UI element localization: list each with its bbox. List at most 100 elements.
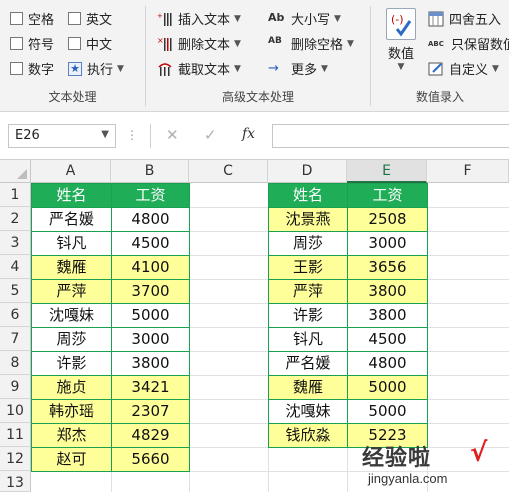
- custom-button[interactable]: 自定义 ▼: [428, 59, 499, 78]
- keep-numbers-button[interactable]: ABC 只保留数值: [428, 34, 509, 53]
- name-cell[interactable]: 钱欣淼: [268, 423, 348, 448]
- salary-cell[interactable]: 4500: [347, 327, 428, 352]
- confirm-icon[interactable]: ✓: [204, 126, 217, 144]
- salary-cell[interactable]: 5000: [347, 375, 428, 400]
- salary-cell[interactable]: 4500: [111, 231, 190, 256]
- name-cell[interactable]: 王影: [268, 255, 348, 280]
- name-cell[interactable]: 魏雁: [268, 375, 348, 400]
- option-chinese[interactable]: 中文: [68, 34, 112, 53]
- more-button[interactable]: → 更多 ▼: [268, 59, 328, 79]
- insert-text-icon: +: [157, 11, 173, 27]
- numeric-button[interactable]: (-) 数值 ▼: [384, 8, 418, 72]
- salary-cell[interactable]: 2508: [347, 207, 428, 232]
- checkbox-icon[interactable]: [68, 12, 81, 25]
- row-header-8[interactable]: 8: [0, 351, 31, 375]
- row-header-1[interactable]: 1: [0, 183, 31, 207]
- row-header-9[interactable]: 9: [0, 375, 31, 399]
- name-cell[interactable]: 钭凡: [268, 327, 348, 352]
- formula-input[interactable]: [272, 124, 509, 148]
- salary-cell[interactable]: 5000: [347, 399, 428, 424]
- name-cell[interactable]: 郑杰: [31, 423, 112, 448]
- name-cell[interactable]: 钭凡: [31, 231, 112, 256]
- insert-text-button[interactable]: + 插入文本 ▼: [157, 9, 241, 29]
- select-all-button[interactable]: [0, 160, 31, 183]
- name-box[interactable]: E26 ▼: [8, 124, 116, 148]
- name-cell[interactable]: 沈嘎妹: [31, 303, 112, 328]
- salary-cell[interactable]: 5000: [111, 303, 190, 328]
- checkbox-icon[interactable]: [10, 62, 23, 75]
- option-space[interactable]: 空格: [10, 9, 54, 28]
- salary-cell[interactable]: 3421: [111, 375, 190, 400]
- name-cell[interactable]: 韩亦瑶: [31, 399, 112, 424]
- table-header-cell[interactable]: 姓名: [31, 183, 112, 208]
- checkbox-icon[interactable]: [10, 12, 23, 25]
- salary-cell[interactable]: 4829: [111, 423, 190, 448]
- name-cell[interactable]: 魏雁: [31, 255, 112, 280]
- name-cell[interactable]: 严名媛: [268, 351, 348, 376]
- round-button[interactable]: 四舍五入: [428, 9, 501, 28]
- column-header-a[interactable]: A: [31, 160, 111, 183]
- salary-cell[interactable]: 2307: [111, 399, 190, 424]
- watermark-text: 经验啦: [362, 446, 432, 471]
- option-number[interactable]: 数字: [10, 59, 54, 78]
- salary-cell[interactable]: 3800: [111, 351, 190, 376]
- row-header-4[interactable]: 4: [0, 255, 31, 279]
- salary-cell[interactable]: 4100: [111, 255, 190, 280]
- row-header-6[interactable]: 6: [0, 303, 31, 327]
- extract-text-button[interactable]: 截取文本 ▼: [157, 59, 241, 78]
- salary-cell[interactable]: 3000: [111, 327, 190, 352]
- row-header-3[interactable]: 3: [0, 231, 31, 255]
- column-header-b[interactable]: B: [111, 160, 189, 183]
- column-header-f[interactable]: F: [427, 160, 509, 183]
- name-cell[interactable]: 许影: [268, 303, 348, 328]
- row-header-7[interactable]: 7: [0, 327, 31, 351]
- option-label: 符号: [28, 38, 55, 53]
- row-header-13[interactable]: 13: [0, 471, 31, 492]
- salary-cell[interactable]: 3800: [347, 303, 428, 328]
- insert-function-button[interactable]: fx: [242, 126, 255, 142]
- drag-handle-icon[interactable]: ⋮: [126, 128, 138, 142]
- checkbox-icon[interactable]: [68, 37, 81, 50]
- option-english[interactable]: 英文: [68, 9, 112, 28]
- name-cell[interactable]: 严名媛: [31, 207, 112, 232]
- execute-label: 执行: [87, 63, 114, 78]
- name-cell[interactable]: 许影: [31, 351, 112, 376]
- name-cell[interactable]: 周莎: [268, 231, 348, 256]
- name-cell[interactable]: 施贞: [31, 375, 112, 400]
- option-symbol[interactable]: 符号: [10, 34, 54, 53]
- column-header-e[interactable]: E: [347, 160, 427, 183]
- column-header-d[interactable]: D: [268, 160, 347, 183]
- name-cell[interactable]: 赵可: [31, 447, 112, 472]
- name-cell[interactable]: 沈景燕: [268, 207, 348, 232]
- name-cell[interactable]: 沈嘎妹: [268, 399, 348, 424]
- salary-cell[interactable]: 4800: [347, 351, 428, 376]
- watermark: 经验啦 √ jingyanla.com: [352, 438, 502, 490]
- salary-cell[interactable]: 3000: [347, 231, 428, 256]
- salary-cell[interactable]: 3700: [111, 279, 190, 304]
- salary-cell[interactable]: 5660: [111, 447, 190, 472]
- name-box-value: E26: [15, 128, 40, 143]
- row-header-12[interactable]: 12: [0, 447, 31, 471]
- salary-cell[interactable]: 4800: [111, 207, 190, 232]
- row-header-11[interactable]: 11: [0, 423, 31, 447]
- column-header-c[interactable]: C: [189, 160, 268, 183]
- row-header-5[interactable]: 5: [0, 279, 31, 303]
- execute-button[interactable]: ★ 执行 ▼: [68, 59, 124, 78]
- table-header-cell[interactable]: 工资: [111, 183, 190, 208]
- name-cell[interactable]: 周莎: [31, 327, 112, 352]
- row-header-2[interactable]: 2: [0, 207, 31, 231]
- table-header-cell[interactable]: 工资: [347, 183, 428, 208]
- row-header-10[interactable]: 10: [0, 399, 31, 423]
- name-cell[interactable]: 严萍: [31, 279, 112, 304]
- table-header-cell[interactable]: 姓名: [268, 183, 348, 208]
- chevron-down-icon[interactable]: ▼: [101, 129, 109, 140]
- salary-cell[interactable]: 3656: [347, 255, 428, 280]
- checkbox-icon[interactable]: [10, 37, 23, 50]
- cancel-icon[interactable]: ✕: [166, 126, 179, 144]
- delete-text-button[interactable]: × 删除文本 ▼: [157, 34, 241, 54]
- delete-space-button[interactable]: AB 删除空格 ▼: [268, 34, 354, 54]
- salary-cell[interactable]: 3800: [347, 279, 428, 304]
- round-icon: [428, 11, 444, 27]
- case-button[interactable]: Ab 大小写 ▼: [268, 9, 341, 29]
- name-cell[interactable]: 严萍: [268, 279, 348, 304]
